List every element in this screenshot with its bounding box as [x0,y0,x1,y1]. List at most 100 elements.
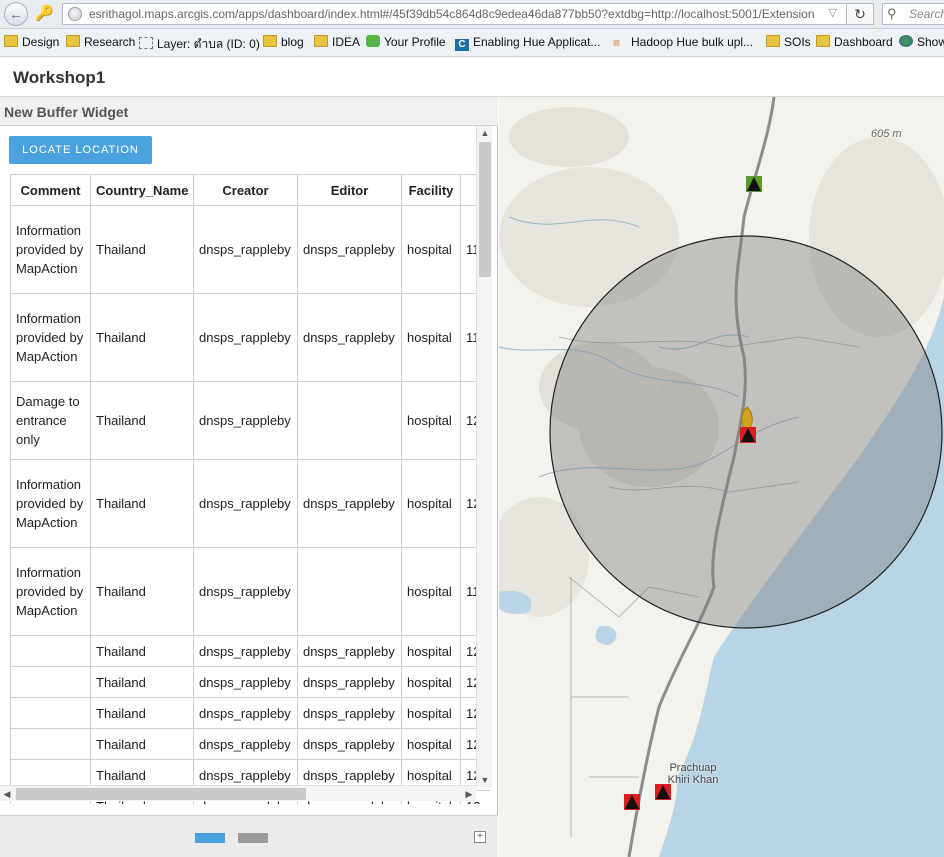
folder-icon [66,35,80,47]
table-cell: Thailand [90,666,194,698]
widget-header: New Buffer Widget [0,97,498,126]
bookmark-idea[interactable]: IDEA [314,35,360,51]
table-row[interactable]: Damage to entrance only Thailand dnsps_rap… [10,381,490,460]
bookmark-label: IDEA [332,35,361,49]
column-header[interactable]: Comment [10,174,91,206]
table-cell: dnsps_rappleby [193,547,298,636]
table-cell: hospital [401,697,461,729]
table-cell: Thailand [90,547,194,636]
bookmark-label: Enabling Hue Applicat... [473,35,601,49]
scroll-thumb[interactable] [16,788,306,800]
bookmark-your-profile[interactable]: Your Profile [366,35,446,51]
table-cell: hospital [401,205,461,294]
bookmark-show[interactable]: Show [899,35,944,51]
table-cell: Thailand [90,728,194,760]
column-header[interactable]: Editor [297,174,402,206]
facility-marker-red[interactable] [740,427,756,443]
bookmark-hadoop-hue[interactable]: ≡ Hadoop Hue bulk upl... [613,35,753,51]
vertical-scrollbar[interactable]: ▲ ▼ [476,126,492,787]
folder-icon [263,35,277,47]
table-cell: hospital [401,547,461,636]
page-indicator-active[interactable] [195,833,225,843]
bookmark-label: Dashboard [834,35,893,49]
search-placeholder: Search [909,7,944,21]
locate-location-button[interactable]: LOCATE LOCATION [9,136,152,164]
scroll-right-icon[interactable]: ▶ [462,787,476,801]
table-row[interactable]: Thailanddnsps_rapplebydnsps_rapplebyhosp… [10,697,490,729]
facility-marker-red[interactable] [655,784,671,800]
expand-icon[interactable]: + [474,831,486,843]
table-row[interactable]: Thailanddnsps_rapplebydnsps_rapplebyhosp… [10,635,490,667]
table-cell: dnsps_rappleby [193,728,298,760]
bookmark-layer[interactable]: Layer: ตำบล (ID: 0) [139,35,260,51]
url-field[interactable]: esrithagol.maps.arcgis.com/apps/dashboar… [62,3,848,25]
back-button[interactable]: ← [4,2,28,26]
chevron-down-icon[interactable]: ▽ [829,6,837,19]
page-indicator[interactable] [238,833,268,843]
table-cell: Information provided by MapAction [10,459,91,548]
table-cell: dnsps_rappleby [193,635,298,667]
table-cell: Thailand [90,459,194,548]
reload-button[interactable]: ↻ [846,3,874,25]
table-cell: Information provided by MapAction [10,293,91,382]
column-header[interactable]: Facility [401,174,461,206]
scroll-up-icon[interactable]: ▲ [477,126,493,140]
bookmark-label: Your Profile [384,35,446,49]
bookmark-enabling-hue[interactable]: C Enabling Hue Applicat... [455,35,600,51]
table-cell [10,635,91,667]
table-cell: Thailand [90,697,194,729]
bookmark-dashboard[interactable]: Dashboard [816,35,893,51]
table-cell: Damage to entrance only [10,381,91,460]
search-icon: ⚲ [887,6,897,21]
table-cell: dnsps_rappleby [297,728,402,760]
table-row[interactable]: Information provided by MapAction Thailan… [10,459,490,548]
search-input[interactable]: ⚲ Search [882,3,944,25]
bookmark-label: Research [84,35,136,49]
key-icon: 🔑 [35,5,54,22]
map-canvas[interactable] [499,97,944,857]
table-row[interactable]: Thailanddnsps_rapplebydnsps_rapplebyhosp… [10,666,490,698]
table-cell: hospital [401,459,461,548]
table-cell: dnsps_rappleby [193,293,298,382]
app-header: Workshop1 [0,57,944,97]
town-label: Prachuap Khiri Khan [667,762,719,786]
bookmarks-bar: Design Research Layer: ตำบล (ID: 0) blog… [0,29,944,57]
bookmark-design[interactable]: Design [4,35,59,51]
bookmark-label: Design [22,35,60,49]
table-cell: dnsps_rappleby [193,205,298,294]
table-row[interactable]: Thailanddnsps_rapplebydnsps_rapplebyhosp… [10,728,490,760]
facility-marker-green[interactable] [746,176,762,192]
globe-icon [68,7,82,21]
bookmark-blog[interactable]: blog [263,35,304,51]
table-cell: dnsps_rappleby [297,635,402,667]
table-cell: dnsps_rappleby [193,459,298,548]
bookmark-sois[interactable]: SOIs [766,35,811,51]
table-row[interactable]: Information provided by MapAction Thailan… [10,205,490,294]
table-cell [297,547,402,636]
column-header[interactable]: Country_Name [90,174,194,206]
horizontal-scrollbar[interactable]: ◀ ▶ [0,785,476,801]
bookmark-research[interactable]: Research [66,35,135,51]
elevation-label: 605 m [871,128,902,140]
widget-content: LOCATE LOCATION Comment Country_Name Cre… [0,126,490,804]
bookmark-label: Hadoop Hue bulk upl... [631,35,754,49]
facility-marker-red[interactable] [624,794,640,810]
table-cell: Information provided by MapAction [10,547,91,636]
folder-icon [4,35,18,47]
table-cell: hospital [401,293,461,382]
column-header[interactable]: Creator [193,174,298,206]
folder-icon [816,35,830,47]
table-row[interactable]: Information provided by MapAction Thailan… [10,547,490,636]
hue-icon: ≡ [613,36,621,50]
table-cell: dnsps_rappleby [193,666,298,698]
scroll-down-icon[interactable]: ▼ [477,773,493,787]
scroll-left-icon[interactable]: ◀ [0,787,14,801]
table-cell [10,728,91,760]
page-title: Workshop1 [13,68,106,87]
table-cell: Thailand [90,205,194,294]
scroll-thumb[interactable] [479,142,491,277]
table-row[interactable]: Information provided by MapAction Thailan… [10,293,490,382]
url-text: esrithagol.maps.arcgis.com/apps/dashboar… [89,7,815,21]
table-cell: hospital [401,666,461,698]
map-view[interactable]: 605 m Prachuap Khiri Khan [499,97,944,857]
